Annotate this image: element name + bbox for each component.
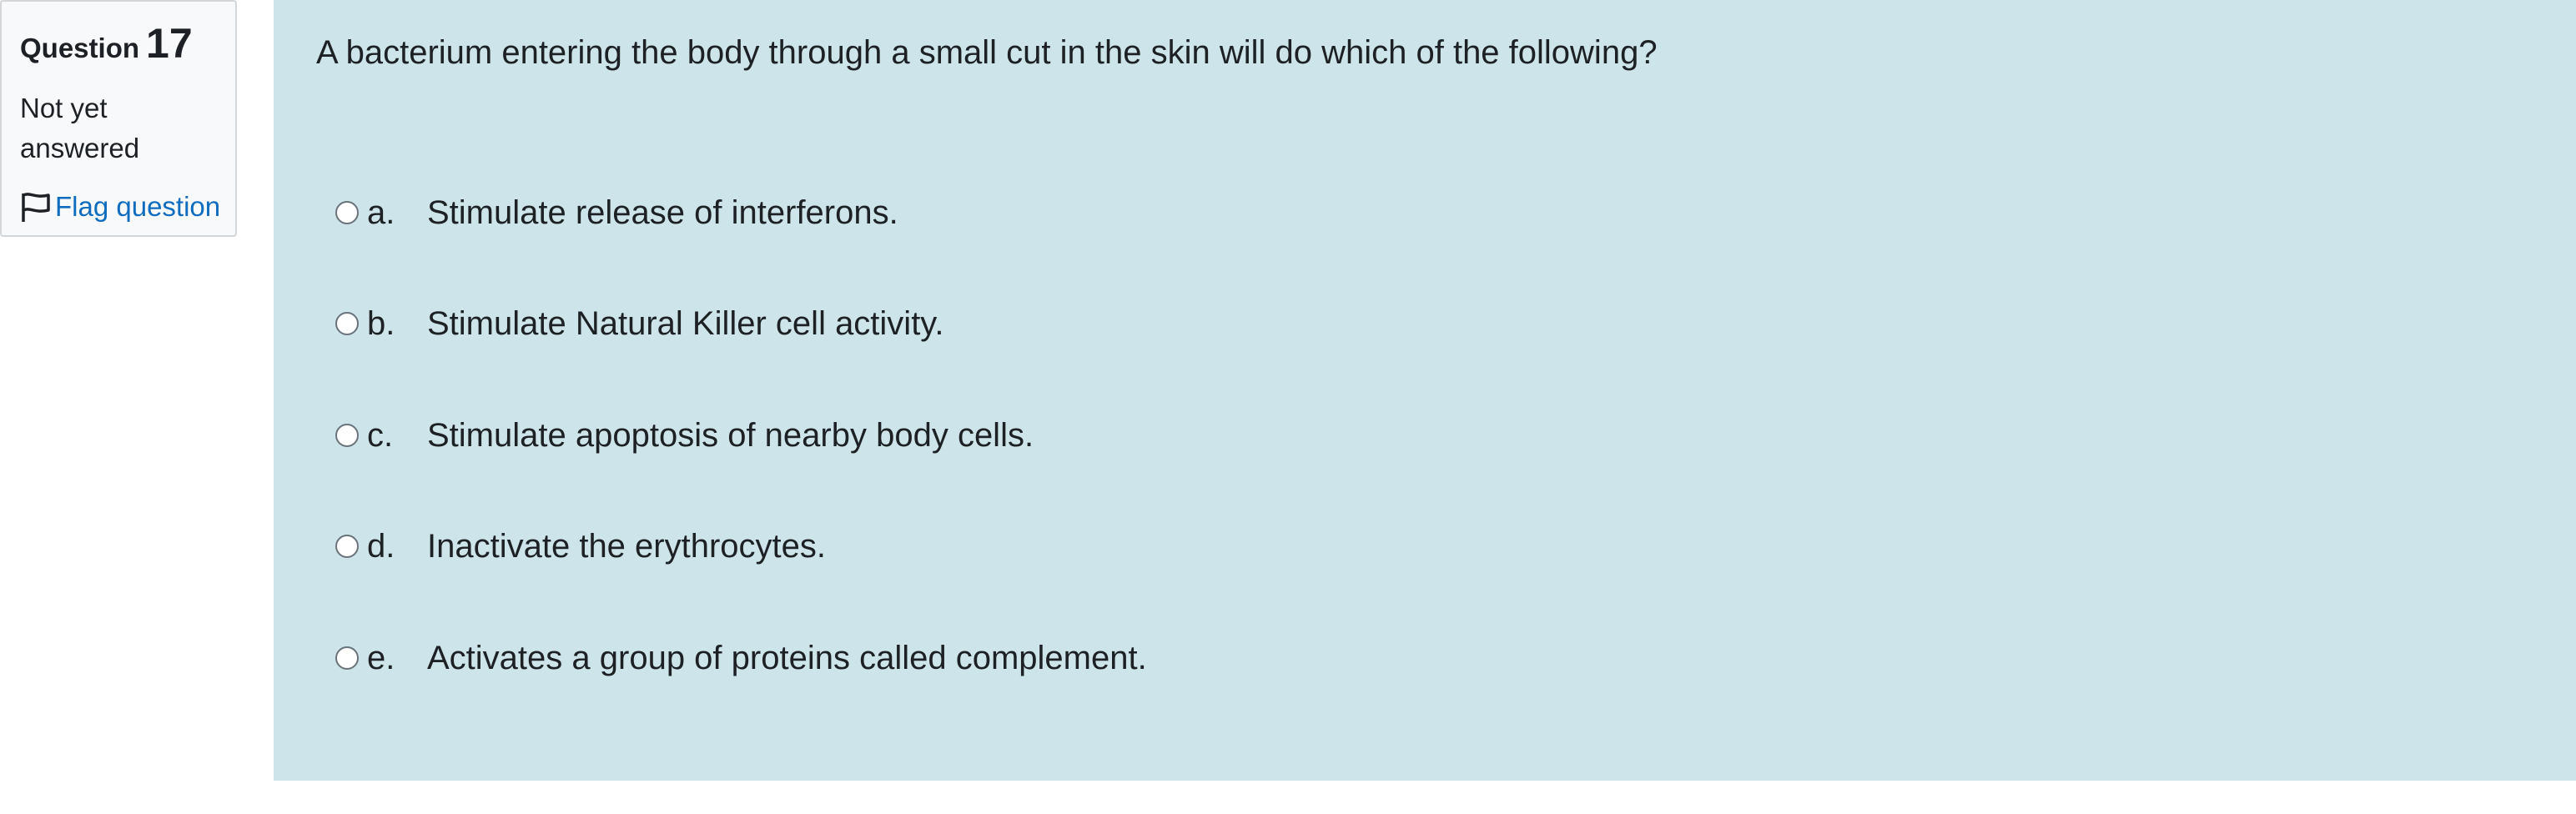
answer-text: Activates a group of proteins called com… xyxy=(427,639,1147,676)
answer-text: Stimulate release of interferons. xyxy=(427,193,898,231)
answer-option-b[interactable]: b. Stimulate Natural Killer cell activit… xyxy=(335,303,943,344)
flag-question-link[interactable]: Flag question xyxy=(20,190,221,224)
question-content-panel: A bacterium entering the body through a … xyxy=(274,0,2576,781)
radio-button-icon[interactable] xyxy=(335,535,359,558)
answer-letter: a. xyxy=(367,193,395,231)
answer-option-a[interactable]: a. Stimulate release of interferons. xyxy=(335,192,898,234)
flag-question-label: Flag question xyxy=(55,191,221,222)
answer-letter: c. xyxy=(367,416,394,454)
answer-text: Stimulate apoptosis of nearby body cells… xyxy=(427,416,1034,454)
radio-button-icon[interactable] xyxy=(335,424,359,447)
answer-list: a. Stimulate release of interferons. b. … xyxy=(274,0,2576,781)
flag-icon xyxy=(22,193,50,222)
answer-option-d[interactable]: d. Inactivate the erythrocytes. xyxy=(335,525,826,567)
answer-option-c[interactable]: c. Stimulate apoptosis of nearby body ce… xyxy=(335,415,1034,456)
radio-button-icon[interactable] xyxy=(335,201,359,224)
radio-button-icon[interactable] xyxy=(335,312,359,335)
question-label: Question xyxy=(20,33,140,63)
answer-letter: e. xyxy=(367,639,395,676)
answer-option-e[interactable]: e. Activates a group of proteins called … xyxy=(335,637,1147,679)
answer-text: Stimulate Natural Killer cell activity. xyxy=(427,304,944,342)
question-state: Not yet answered xyxy=(20,93,140,163)
answer-letter: b. xyxy=(367,304,395,342)
question-number: 17 xyxy=(146,20,193,67)
answer-text: Inactivate the erythrocytes. xyxy=(427,527,827,565)
question-number-heading: Question 17 xyxy=(20,18,217,68)
question-info-box: Question 17 Not yet answered Flag questio… xyxy=(0,0,237,237)
answer-letter: d. xyxy=(367,527,395,565)
radio-button-icon[interactable] xyxy=(335,646,359,670)
